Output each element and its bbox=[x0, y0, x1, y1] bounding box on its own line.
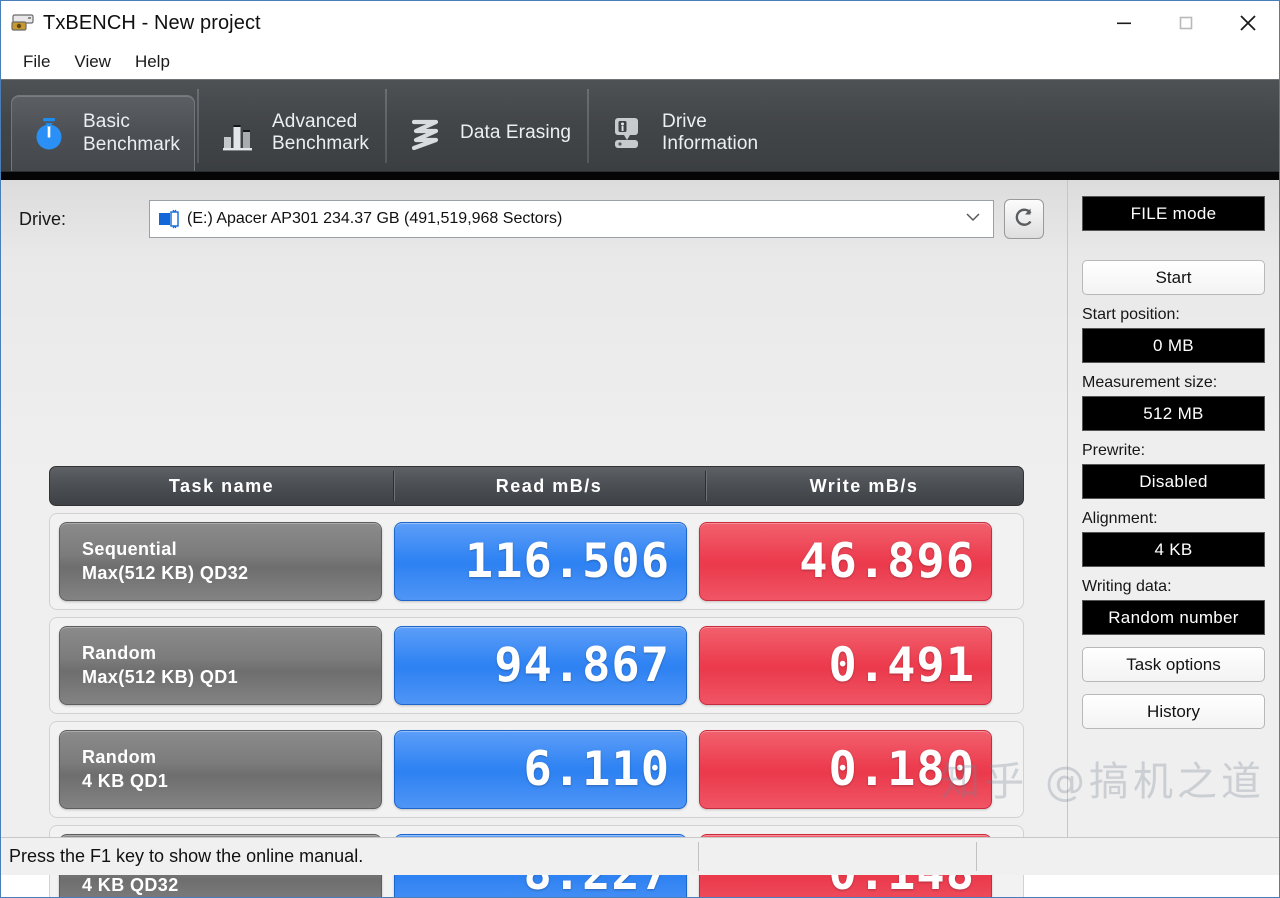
stopwatch-icon bbox=[28, 113, 70, 155]
menu-item-view[interactable]: View bbox=[64, 49, 121, 75]
read-value-cell: 94.867 bbox=[394, 626, 687, 705]
prewrite-label: Prewrite: bbox=[1082, 442, 1146, 459]
maximize-icon bbox=[1179, 16, 1193, 30]
panel-spacer bbox=[1082, 231, 1265, 260]
writing-data-label: Writing data: bbox=[1082, 578, 1172, 595]
task-name-line1: Random bbox=[82, 642, 157, 663]
tab-bar: Basic Benchmark Advanced Benchmark Data … bbox=[1, 79, 1279, 171]
task-options-button[interactable]: Task options bbox=[1082, 647, 1265, 682]
tab-divider bbox=[587, 88, 590, 163]
tab-divider bbox=[197, 88, 199, 163]
start-position-value[interactable]: 0 MB bbox=[1082, 328, 1265, 363]
task-name-line2: Max(512 KB) QD1 bbox=[82, 666, 239, 687]
start-button[interactable]: Start bbox=[1082, 260, 1265, 295]
measurement-size-label: Measurement size: bbox=[1082, 374, 1218, 391]
task-name-cell[interactable]: Random Max(512 KB) QD1 bbox=[59, 626, 382, 705]
write-value-cell: 0.180 bbox=[699, 730, 992, 809]
write-value-cell: 0.491 bbox=[699, 626, 992, 705]
tab-label-drive-information: Drive Information bbox=[662, 110, 759, 154]
window-controls bbox=[1093, 1, 1279, 45]
maximize-button[interactable] bbox=[1155, 1, 1217, 45]
write-value-cell: 46.896 bbox=[699, 522, 992, 601]
eraser-zigzag-icon bbox=[405, 112, 447, 154]
column-header-task-name: Task name bbox=[168, 475, 275, 496]
panel-spacer bbox=[1082, 682, 1265, 694]
menu-bar: File View Help bbox=[1, 45, 1279, 79]
minimize-button[interactable] bbox=[1093, 1, 1155, 45]
measurement-size-value[interactable]: 512 MB bbox=[1082, 396, 1265, 431]
tab-bar-separator bbox=[1, 171, 1279, 180]
read-value-cell: 116.506 bbox=[394, 522, 687, 601]
refresh-button[interactable] bbox=[1004, 199, 1044, 239]
prewrite-value[interactable]: Disabled bbox=[1082, 464, 1265, 499]
task-name-line1: Random bbox=[82, 746, 157, 767]
tab-advanced-benchmark[interactable]: Advanced Benchmark bbox=[201, 95, 383, 171]
task-name-line2: 4 KB QD32 bbox=[82, 874, 179, 895]
tab-label-advanced-benchmark: Advanced Benchmark bbox=[272, 110, 369, 154]
task-name-line1: Sequential bbox=[82, 538, 178, 559]
chevron-down-icon[interactable] bbox=[965, 210, 981, 228]
drive-select[interactable]: (E:) Apacer AP301 234.37 GB (491,519,968… bbox=[149, 200, 994, 238]
close-button[interactable] bbox=[1217, 1, 1279, 45]
tab-data-erasing[interactable]: Data Erasing bbox=[389, 95, 585, 171]
minimize-icon bbox=[1117, 22, 1131, 25]
close-icon bbox=[1240, 15, 1256, 31]
tab-label-data-erasing: Data Erasing bbox=[460, 121, 572, 143]
tab-drive-information[interactable]: Drive Information bbox=[591, 95, 772, 171]
alignment-value[interactable]: 4 KB bbox=[1082, 532, 1265, 567]
table-row: Random 4 KB QD1 6.110 0.180 bbox=[49, 721, 1024, 818]
drive-label: Drive: bbox=[19, 208, 67, 229]
task-name-line2: Max(512 KB) QD32 bbox=[82, 562, 249, 583]
status-bar: Press the F1 key to show the online manu… bbox=[1, 837, 1279, 875]
window-title: TxBENCH - New project bbox=[43, 11, 261, 34]
status-message: Press the F1 key to show the online manu… bbox=[9, 846, 364, 866]
drive-icon bbox=[158, 209, 180, 229]
task-name-line2: 4 KB QD1 bbox=[82, 770, 169, 791]
task-name-cell[interactable]: Random 4 KB QD1 bbox=[59, 730, 382, 809]
drive-value: (E:) Apacer AP301 234.37 GB (491,519,968… bbox=[187, 210, 563, 227]
bar-chart-icon bbox=[217, 112, 259, 154]
table-row: Random Max(512 KB) QD1 94.867 0.491 bbox=[49, 617, 1024, 714]
status-divider bbox=[698, 842, 699, 871]
panel-spacer bbox=[1082, 635, 1265, 647]
menu-item-help[interactable]: Help bbox=[125, 49, 180, 75]
title-bar: TxBENCH - New project bbox=[1, 1, 1279, 45]
status-divider bbox=[976, 842, 977, 871]
benchmark-table: Task name Read mB/s Write mB/s Sequentia… bbox=[49, 466, 1024, 897]
menu-item-file[interactable]: File bbox=[13, 49, 60, 75]
mode-button[interactable]: FILE mode bbox=[1082, 196, 1265, 231]
txbench-window: TxBENCH - New project File View Help Bas… bbox=[0, 0, 1280, 898]
alignment-label: Alignment: bbox=[1082, 510, 1158, 527]
table-header-row: Task name Read mB/s Write mB/s bbox=[49, 466, 1024, 506]
refresh-icon bbox=[1011, 204, 1037, 235]
tab-basic-benchmark[interactable]: Basic Benchmark bbox=[11, 95, 195, 171]
task-name-cell[interactable]: Sequential Max(512 KB) QD32 bbox=[59, 522, 382, 601]
column-header-write: Write mB/s bbox=[705, 467, 1023, 505]
start-position-label: Start position: bbox=[1082, 306, 1180, 323]
history-button[interactable]: History bbox=[1082, 694, 1265, 729]
drive-app-icon bbox=[11, 12, 37, 34]
content-area: Drive: (E:) Apacer AP301 234.37 GB (491,… bbox=[1, 180, 1279, 897]
tab-label-basic-benchmark: Basic Benchmark bbox=[83, 111, 180, 155]
tab-divider bbox=[385, 88, 387, 163]
table-row: Sequential Max(512 KB) QD32 116.506 46.8… bbox=[49, 513, 1024, 610]
options-panel: FILE mode Start Start position: 0 MB Mea… bbox=[1067, 180, 1279, 837]
writing-data-value[interactable]: Random number bbox=[1082, 600, 1265, 635]
read-value-cell: 6.110 bbox=[394, 730, 687, 809]
column-header-read: Read mB/s bbox=[393, 467, 705, 505]
drive-info-icon bbox=[607, 112, 649, 154]
